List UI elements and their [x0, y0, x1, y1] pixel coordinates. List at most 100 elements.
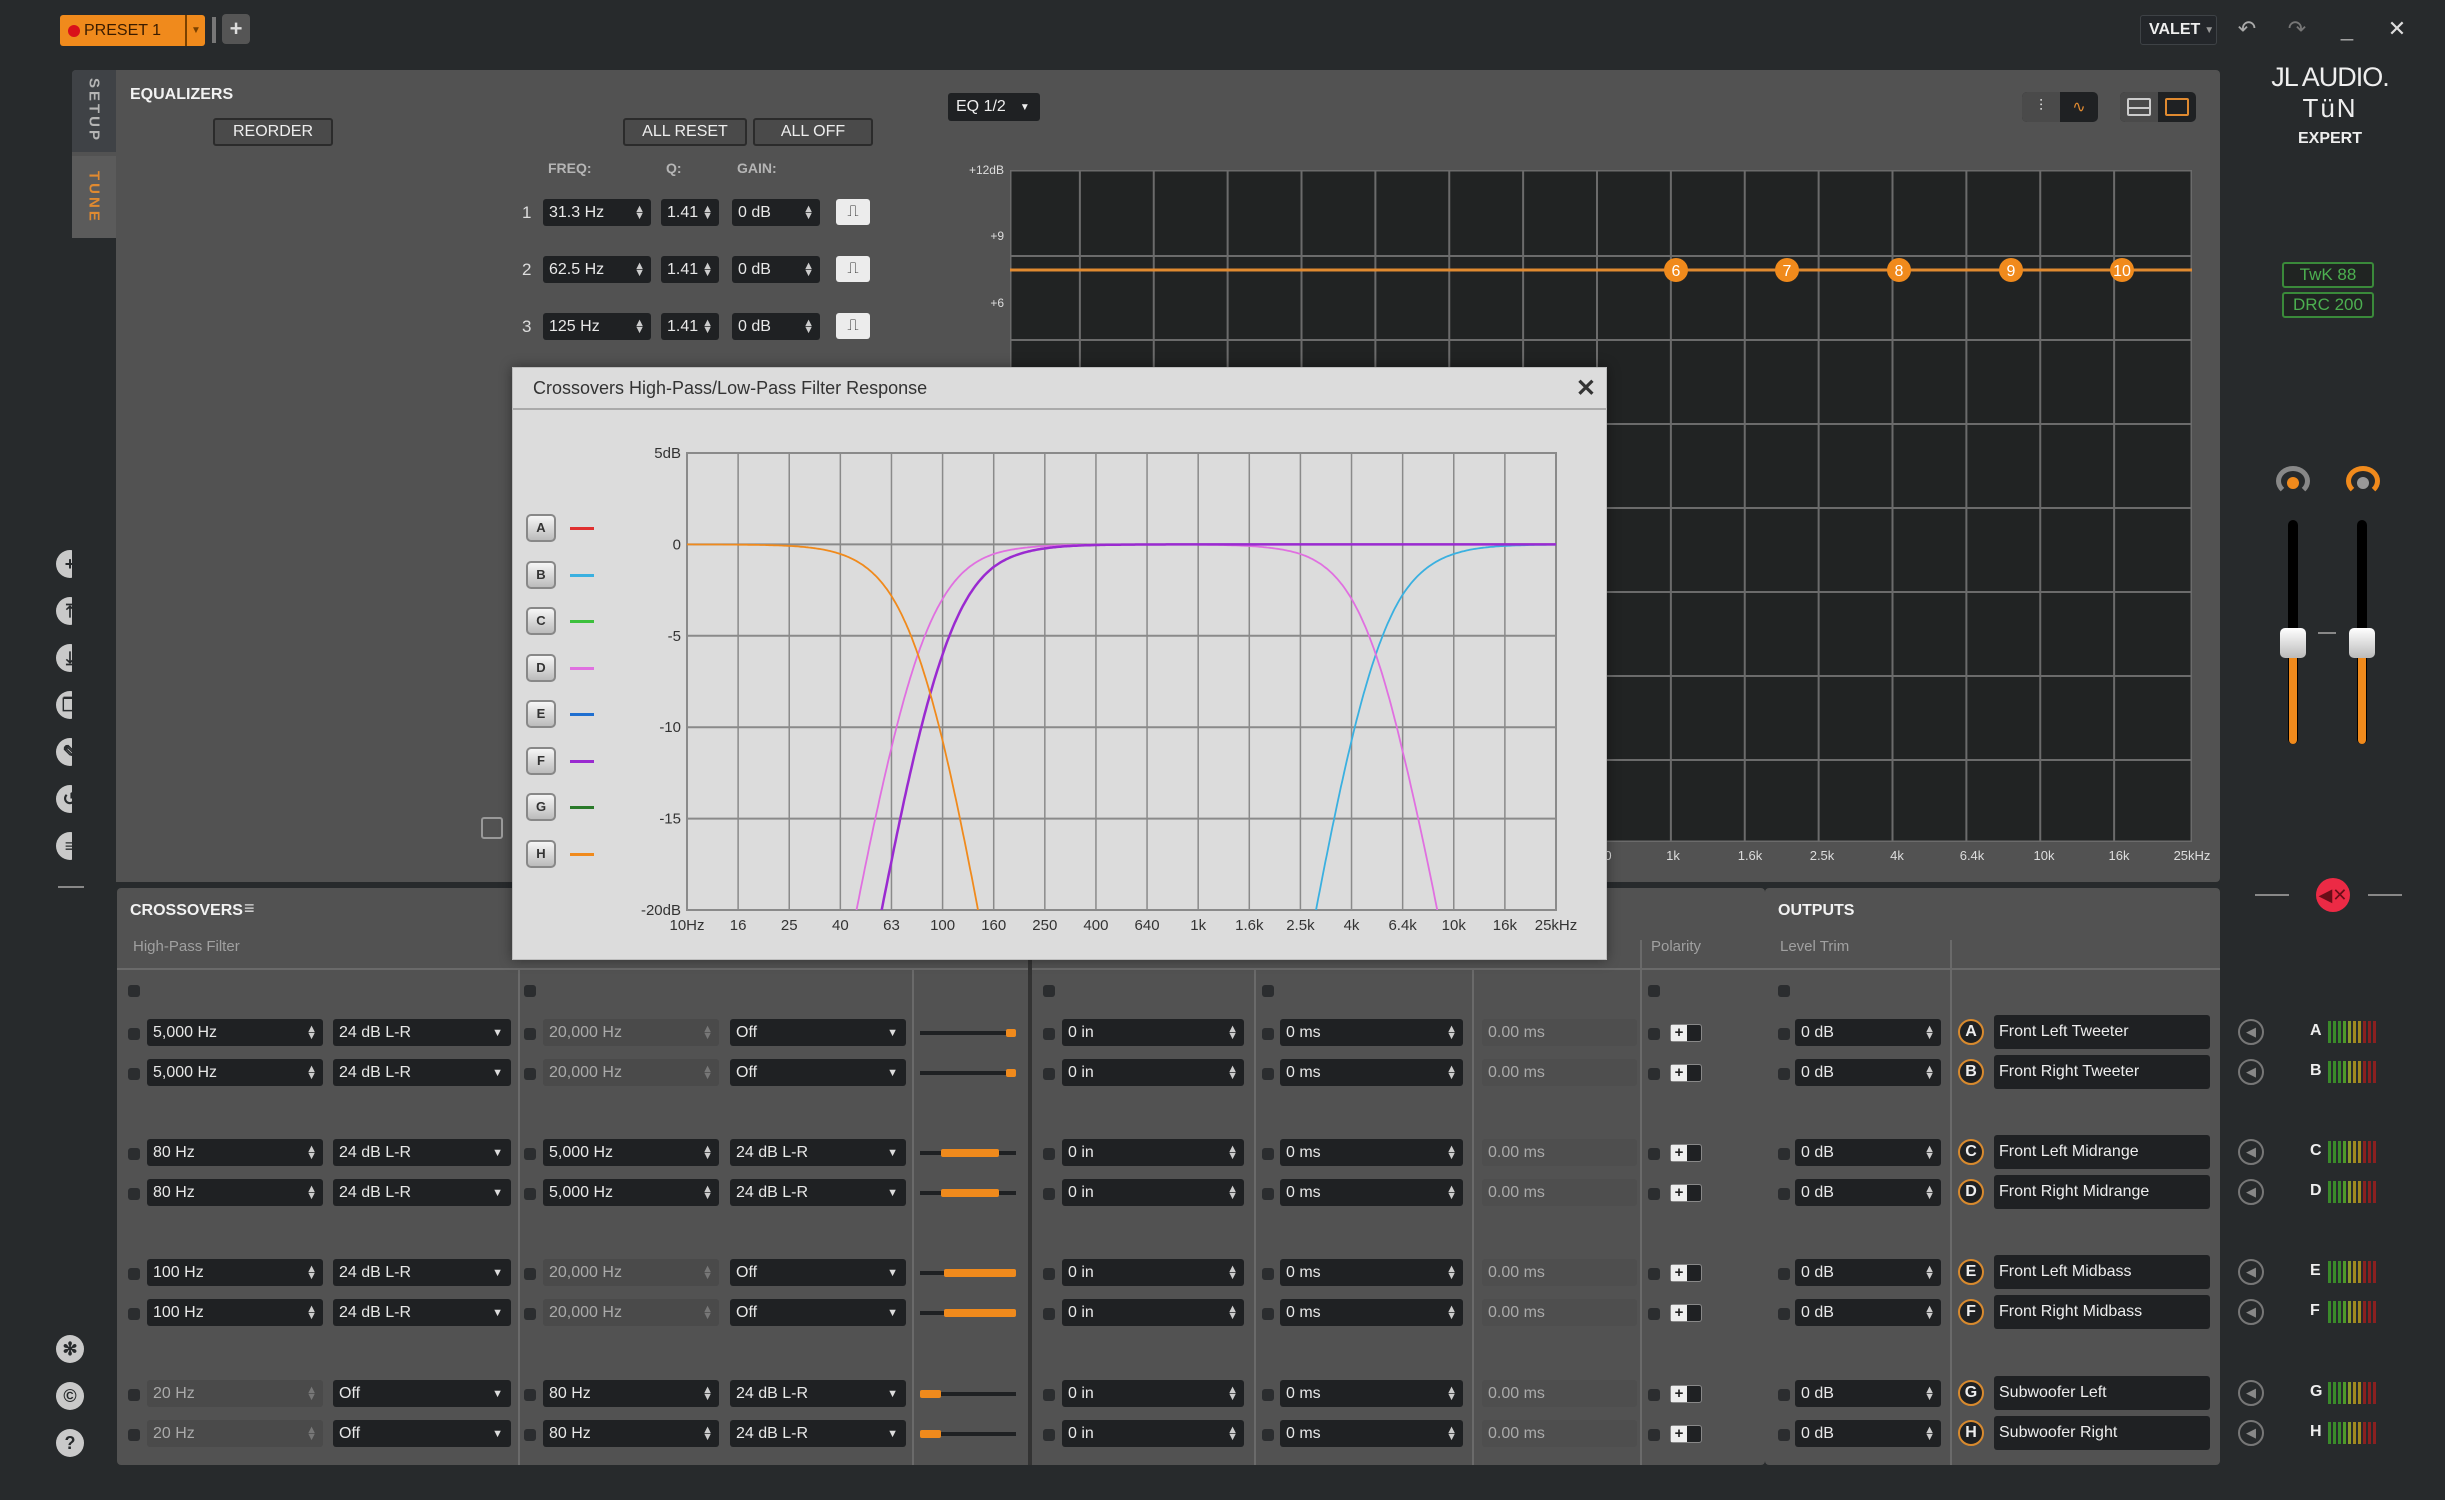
spinner-icon[interactable]: ▲ ▼	[1227, 1063, 1238, 1081]
distance-input[interactable]: 0 in ▲ ▼	[1062, 1059, 1244, 1086]
spinner-icon[interactable]: ▲ ▼	[1446, 1424, 1457, 1442]
distance-input[interactable]: 0 in ▲ ▼	[1062, 1019, 1244, 1046]
delay-enable-checkbox[interactable]	[1262, 1028, 1274, 1040]
lp-enable-checkbox[interactable]	[524, 1429, 536, 1441]
polarity-toggle[interactable]: +	[1670, 1064, 1702, 1082]
hp-enable-checkbox[interactable]	[128, 1068, 140, 1080]
distance-enable-checkbox[interactable]	[1043, 1308, 1055, 1320]
lp-enable-checkbox[interactable]	[524, 1389, 536, 1401]
speaker-icon[interactable]: ◀	[2238, 1299, 2264, 1325]
level-enable-checkbox[interactable]	[1778, 1148, 1790, 1160]
spinner-icon[interactable]: ▲ ▼	[634, 203, 645, 221]
lp-slope-select[interactable]: Off ▼	[730, 1299, 906, 1326]
speaker-icon[interactable]: ◀	[2238, 1139, 2264, 1165]
split-layout-icon[interactable]	[2120, 92, 2158, 122]
sliders-view-icon[interactable]: ⫶	[2022, 92, 2060, 122]
output-name-field[interactable]: Front Right Midbass	[1994, 1295, 2210, 1329]
level-trim-input[interactable]: 0 dB ▲ ▼	[1795, 1299, 1941, 1326]
delay-enable-checkbox[interactable]	[1262, 1389, 1274, 1401]
minimize-button[interactable]: _	[2332, 14, 2362, 44]
spinner-icon[interactable]: ▲ ▼	[1924, 1023, 1935, 1041]
all-off-button[interactable]: ALL OFF	[753, 118, 873, 146]
spinner-icon[interactable]: ▲ ▼	[306, 1143, 317, 1161]
lp-enable-checkbox[interactable]	[524, 1308, 536, 1320]
hp-enable-checkbox[interactable]	[128, 1148, 140, 1160]
eq-gain-input[interactable]: 0 dB ▲ ▼	[732, 313, 820, 340]
hp-freq-input[interactable]: 20 Hz ▲ ▼	[147, 1420, 323, 1447]
eq-gain-input[interactable]: 0 dB ▲ ▼	[732, 256, 820, 283]
delay-input[interactable]: 0 ms ▲ ▼	[1280, 1420, 1463, 1447]
hp-freq-input[interactable]: 100 Hz ▲ ▼	[147, 1299, 323, 1326]
close-window-button[interactable]: ✕	[2382, 14, 2412, 44]
spinner-icon[interactable]: ▲ ▼	[306, 1063, 317, 1081]
lp-freq-input[interactable]: 20,000 Hz ▲ ▼	[543, 1259, 719, 1286]
speaker-icon[interactable]: ◀	[2238, 1059, 2264, 1085]
lp-freq-input[interactable]: 80 Hz ▲ ▼	[543, 1380, 719, 1407]
eq-freq-input[interactable]: 31.3 Hz ▲ ▼	[543, 199, 651, 226]
distance-input[interactable]: 0 in ▲ ▼	[1062, 1299, 1244, 1326]
eq-q-input[interactable]: 1.41 ▲ ▼	[661, 199, 719, 226]
lp-slope-select[interactable]: 24 dB L-R ▼	[730, 1179, 906, 1206]
speaker-icon[interactable]: ◀	[2238, 1420, 2264, 1446]
spinner-icon[interactable]: ▲ ▼	[702, 1143, 713, 1161]
spinner-icon[interactable]: ▲ ▼	[1227, 1183, 1238, 1201]
distance-enable-checkbox[interactable]	[1043, 1148, 1055, 1160]
hp-slope-select[interactable]: 24 dB L-R ▼	[333, 1139, 511, 1166]
polarity-link-checkbox[interactable]	[1648, 985, 1660, 997]
distance-enable-checkbox[interactable]	[1043, 1188, 1055, 1200]
spinner-icon[interactable]: ▲ ▼	[306, 1183, 317, 1201]
eq-band-node[interactable]: 6	[1664, 258, 1688, 282]
spinner-icon[interactable]: ▲ ▼	[306, 1023, 317, 1041]
level-trim-input[interactable]: 0 dB ▲ ▼	[1795, 1139, 1941, 1166]
eq-band-node[interactable]: 9	[1999, 258, 2023, 282]
delay-input[interactable]: 0 ms ▲ ▼	[1280, 1059, 1463, 1086]
eq-band-node[interactable]: 7	[1775, 258, 1799, 282]
spinner-icon[interactable]: ▲ ▼	[803, 317, 814, 335]
spinner-icon[interactable]: ▲ ▼	[1446, 1023, 1457, 1041]
delay-enable-checkbox[interactable]	[1262, 1068, 1274, 1080]
level-enable-checkbox[interactable]	[1778, 1028, 1790, 1040]
distance-enable-checkbox[interactable]	[1043, 1429, 1055, 1441]
polarity-toggle[interactable]: +	[1670, 1024, 1702, 1042]
hp-freq-input[interactable]: 5,000 Hz ▲ ▼	[147, 1059, 323, 1086]
polarity-enable-checkbox[interactable]	[1648, 1028, 1660, 1040]
speaker-icon[interactable]: ◀	[2238, 1179, 2264, 1205]
add-preset-button[interactable]: +	[222, 14, 250, 44]
hp-enable-checkbox[interactable]	[128, 1028, 140, 1040]
filter-type-peak-icon[interactable]: ⎍	[836, 313, 870, 339]
lp-freq-input[interactable]: 20,000 Hz ▲ ▼	[543, 1059, 719, 1086]
hp-enable-checkbox[interactable]	[128, 1308, 140, 1320]
eq-selector[interactable]: EQ 1/2 ▼	[948, 93, 1040, 121]
spinner-icon[interactable]: ▲ ▼	[1924, 1424, 1935, 1442]
polarity-toggle[interactable]: +	[1670, 1385, 1702, 1403]
reorder-button[interactable]: REORDER	[213, 118, 333, 146]
polarity-toggle[interactable]: +	[1670, 1184, 1702, 1202]
spinner-icon[interactable]: ▲ ▼	[702, 1023, 713, 1041]
delay-input[interactable]: 0 ms ▲ ▼	[1280, 1299, 1463, 1326]
distance-enable-checkbox[interactable]	[1043, 1068, 1055, 1080]
level-enable-checkbox[interactable]	[1778, 1389, 1790, 1401]
spinner-icon[interactable]: ▲ ▼	[634, 260, 645, 278]
output-name-field[interactable]: Front Right Tweeter	[1994, 1055, 2210, 1089]
chevron-down-icon[interactable]: ▼	[185, 15, 205, 46]
spinner-icon[interactable]: ▲ ▼	[1446, 1303, 1457, 1321]
eq-band-node[interactable]: 10	[2110, 258, 2134, 282]
level-link-checkbox[interactable]	[1778, 985, 1790, 997]
distance-input[interactable]: 0 in ▲ ▼	[1062, 1179, 1244, 1206]
delay-input[interactable]: 0 ms ▲ ▼	[1280, 1259, 1463, 1286]
level-trim-input[interactable]: 0 dB ▲ ▼	[1795, 1420, 1941, 1447]
speaker-icon[interactable]: ◀	[2238, 1019, 2264, 1045]
show-response-checkbox[interactable]	[481, 817, 503, 839]
hp-slope-select[interactable]: Off ▼	[333, 1420, 511, 1447]
curve-view-icon[interactable]: ∿	[2060, 92, 2098, 122]
lp-slope-select[interactable]: Off ▼	[730, 1259, 906, 1286]
level-trim-input[interactable]: 0 dB ▲ ▼	[1795, 1019, 1941, 1046]
level-enable-checkbox[interactable]	[1778, 1429, 1790, 1441]
spinner-icon[interactable]: ▲ ▼	[634, 317, 645, 335]
hp-slope-select[interactable]: 24 dB L-R ▼	[333, 1299, 511, 1326]
level-enable-checkbox[interactable]	[1778, 1188, 1790, 1200]
polarity-enable-checkbox[interactable]	[1648, 1188, 1660, 1200]
hp-freq-input[interactable]: 20 Hz ▲ ▼	[147, 1380, 323, 1407]
all-reset-button[interactable]: ALL RESET	[623, 118, 747, 146]
delay-input[interactable]: 0 ms ▲ ▼	[1280, 1380, 1463, 1407]
